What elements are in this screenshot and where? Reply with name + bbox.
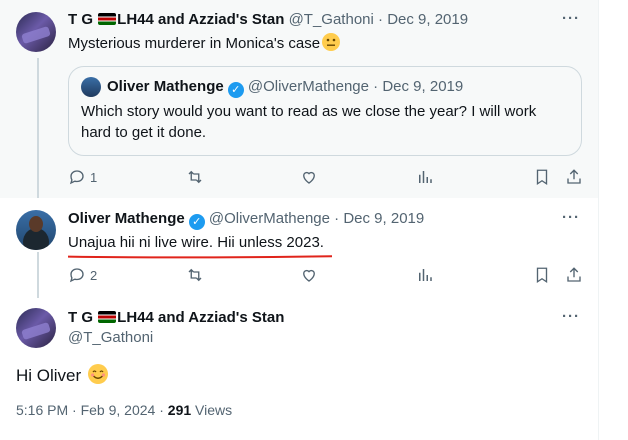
bookmark-button[interactable] bbox=[533, 168, 551, 186]
column-divider bbox=[598, 0, 599, 440]
like-button[interactable] bbox=[300, 266, 318, 284]
quoted-tweet[interactable]: Oliver Mathenge ✓ @OliverMathenge · Dec 9… bbox=[68, 66, 582, 156]
kenya-flag-icon bbox=[98, 311, 117, 323]
post-date[interactable]: Feb 9, 2024 bbox=[81, 402, 156, 418]
repost-icon bbox=[188, 170, 202, 184]
share-icon bbox=[567, 169, 581, 184]
timestamp[interactable]: Dec 9, 2019 bbox=[387, 11, 468, 28]
quoted-text-line-1: Which story would you want to read as we… bbox=[81, 103, 537, 120]
display-name[interactable]: T G LH44 and Azziad's Stan bbox=[68, 308, 284, 328]
more-options-button[interactable]: ··· bbox=[562, 209, 580, 226]
bookmark-button[interactable] bbox=[533, 266, 551, 284]
views-button[interactable] bbox=[416, 168, 434, 186]
avatar[interactable] bbox=[16, 308, 56, 348]
quoted-avatar bbox=[81, 77, 101, 97]
tweet-2[interactable]: Oliver Mathenge ✓ @OliverMathenge · Dec 9… bbox=[0, 198, 598, 298]
repost-button[interactable] bbox=[186, 168, 204, 186]
views-count: 291 bbox=[167, 402, 192, 418]
more-options-button[interactable]: ··· bbox=[562, 308, 580, 325]
tweet-text: Mysterious murderer in Monica's case bbox=[68, 33, 341, 54]
verified-badge-icon: ✓ bbox=[227, 82, 244, 98]
reply-count: 1 bbox=[90, 169, 98, 185]
timestamp[interactable]: Dec 9, 2019 bbox=[343, 210, 424, 227]
share-button[interactable] bbox=[565, 168, 583, 186]
share-button[interactable] bbox=[565, 266, 583, 284]
handle[interactable]: @T_Gathoni bbox=[289, 11, 374, 28]
bookmark-icon bbox=[536, 267, 548, 284]
analytics-icon bbox=[419, 269, 432, 281]
neutral-face-emoji-icon bbox=[322, 33, 341, 51]
action-bar: 2 bbox=[68, 266, 588, 286]
tweet-header: Oliver Mathenge ✓ @OliverMathenge · Dec 9… bbox=[68, 210, 425, 230]
tweet-header: T G LH44 and Azziad's Stan @T_Gathoni · … bbox=[68, 11, 469, 28]
repost-button[interactable] bbox=[186, 266, 204, 284]
views-button[interactable] bbox=[416, 266, 434, 284]
reply-icon bbox=[69, 268, 84, 283]
views-label: Views bbox=[195, 402, 233, 418]
avatar[interactable] bbox=[16, 12, 56, 52]
more-options-button[interactable]: ··· bbox=[562, 10, 580, 27]
action-bar: 1 bbox=[68, 168, 588, 188]
kenya-flag-icon bbox=[98, 13, 117, 25]
heart-icon bbox=[303, 171, 315, 184]
quoted-text-line-2: hard to get it done. bbox=[81, 124, 207, 141]
repost-icon bbox=[188, 268, 202, 282]
like-button[interactable] bbox=[300, 168, 318, 186]
reply-button[interactable]: 2 bbox=[68, 266, 97, 284]
display-name[interactable]: Oliver Mathenge bbox=[68, 210, 185, 227]
bookmark-icon bbox=[536, 169, 548, 186]
display-name[interactable]: T G LH44 and Azziad's Stan bbox=[68, 11, 284, 28]
reply-icon bbox=[69, 170, 84, 185]
tweet-meta: 5:16 PM · Feb 9, 2024 · 291 Views bbox=[16, 402, 233, 418]
share-icon bbox=[567, 267, 581, 282]
tweet-3-main[interactable]: T G LH44 and Azziad's Stan @T_Gathoni ··… bbox=[0, 292, 598, 440]
thread-line bbox=[37, 58, 39, 200]
handle[interactable]: @OliverMathenge bbox=[209, 210, 330, 227]
reply-count: 2 bbox=[90, 267, 98, 283]
smiling-face-emoji-icon bbox=[87, 364, 108, 384]
verified-badge-icon: ✓ bbox=[188, 214, 205, 230]
heart-icon bbox=[303, 269, 315, 282]
analytics-icon bbox=[419, 171, 432, 183]
red-underline-annotation bbox=[68, 255, 332, 259]
avatar[interactable] bbox=[16, 210, 56, 250]
tweet-1[interactable]: T G LH44 and Azziad's Stan @T_Gathoni · … bbox=[0, 0, 598, 200]
post-time[interactable]: 5:16 PM bbox=[16, 402, 68, 418]
reply-button[interactable]: 1 bbox=[68, 168, 97, 186]
tweet-text: Hi Oliver bbox=[16, 364, 108, 387]
tweet-text: Unajua hii ni live wire. Hii unless 2023… bbox=[68, 234, 324, 251]
handle[interactable]: @T_Gathoni bbox=[68, 328, 153, 348]
quoted-header: Oliver Mathenge ✓ @OliverMathenge · Dec 9… bbox=[107, 78, 464, 98]
